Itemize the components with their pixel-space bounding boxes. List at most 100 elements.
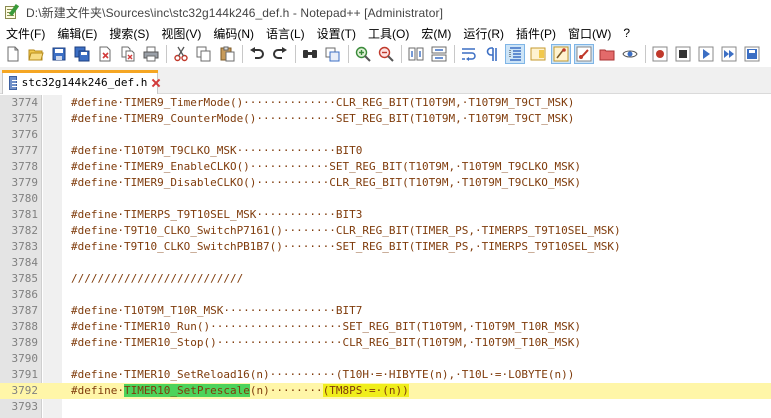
editor[interactable]: 3774 #define·TIMER9_TimerMode()··········… xyxy=(0,95,771,418)
menu-file[interactable]: 文件(F) xyxy=(0,25,51,42)
menu-macro[interactable]: 宏(M) xyxy=(415,25,457,42)
open-file-button[interactable] xyxy=(26,44,46,64)
record-macro-icon xyxy=(652,46,668,62)
eye-button[interactable] xyxy=(620,44,640,64)
save-macro-button[interactable] xyxy=(742,44,762,64)
tab-stc32g144k246-def-h[interactable]: stc32g144k246_def.h xyxy=(2,70,158,94)
play-macro-button[interactable] xyxy=(696,44,716,64)
zoom-in-button[interactable] xyxy=(353,44,373,64)
code-text[interactable]: #define·TIMER9_TimerMode()··············… xyxy=(71,95,574,111)
code-text[interactable]: #define·TIMER9_DisableCLKO()···········C… xyxy=(71,175,581,191)
code-text[interactable]: #define·TIMER10_Run()···················… xyxy=(71,319,581,335)
code-line[interactable]: 3780 xyxy=(0,191,771,207)
saved-file-icon xyxy=(9,75,18,90)
menu-window[interactable]: 窗口(W) xyxy=(562,25,617,42)
monitoring-button[interactable] xyxy=(597,44,617,64)
zoom-out-button[interactable] xyxy=(376,44,396,64)
menu-language[interactable]: 语言(L) xyxy=(260,25,311,42)
new-file-button[interactable] xyxy=(3,44,23,64)
line-number: 3784 xyxy=(11,256,39,269)
toolbar-separator xyxy=(645,45,646,63)
tab-active-indicator xyxy=(2,70,158,73)
code-line[interactable]: 3781 #define·TIMERPS_T9T10SEL_MSK········… xyxy=(0,207,771,223)
code-text[interactable]: #define·T10T9M_T10R_MSK·················… xyxy=(71,303,362,319)
save-all-button[interactable] xyxy=(72,44,92,64)
folder-workspace-button[interactable] xyxy=(574,44,594,64)
code-line[interactable]: 3787 #define·T10T9M_T10R_MSK·············… xyxy=(0,303,771,319)
tab-bar: stc32g144k246_def.h xyxy=(0,67,771,94)
menu-search[interactable]: 搜索(S) xyxy=(103,25,155,42)
code-line[interactable]: 3782 #define·T9T10_CLKO_SwitchP7161()····… xyxy=(0,223,771,239)
code-line[interactable]: 3778 #define·TIMER9_EnableCLKO()·········… xyxy=(0,159,771,175)
code-line[interactable]: 3784 xyxy=(0,255,771,271)
code-text[interactable]: #define·TIMERPS_T9T10SEL_MSK············… xyxy=(71,207,362,223)
code-line[interactable]: 3779 #define·TIMER9_DisableCLKO()········… xyxy=(0,175,771,191)
code-text[interactable]: #define·TIMER9_CounterMode()············… xyxy=(71,111,574,127)
code-line[interactable]: 3777 #define·T10T9M_T9CLKO_MSK···········… xyxy=(0,143,771,159)
code-line[interactable]: 3774 #define·TIMER9_TimerMode()··········… xyxy=(0,95,771,111)
toolbar-separator xyxy=(348,45,349,63)
function-list-button[interactable] xyxy=(551,44,571,64)
line-number: 3793 xyxy=(11,400,39,413)
redo-button[interactable] xyxy=(270,44,290,64)
code-line[interactable]: 3775 #define·TIMER9_CounterMode()········… xyxy=(0,111,771,127)
word-wrap-button[interactable] xyxy=(459,44,479,64)
code-line[interactable]: 3790 xyxy=(0,351,771,367)
close-all-button[interactable] xyxy=(118,44,138,64)
line-number: 3775 xyxy=(11,112,39,125)
code-text[interactable]: #define·T9T10_CLKO_SwitchP7161()········… xyxy=(71,223,621,239)
code-line[interactable]: 3776 xyxy=(0,127,771,143)
print-button[interactable] xyxy=(141,44,161,64)
find-icon xyxy=(303,50,317,58)
run-macro-multiple-button[interactable] xyxy=(719,44,739,64)
code-line[interactable]: 3785 ////////////////////////// xyxy=(0,271,771,287)
code-text[interactable]: ////////////////////////// xyxy=(71,271,243,287)
menu-help[interactable]: ? xyxy=(617,26,636,40)
stop-record-button[interactable] xyxy=(673,44,693,64)
current-code-line[interactable]: 3792 #define·TIMER10_SetPrescale(n)······… xyxy=(0,383,771,399)
find-button[interactable] xyxy=(300,44,320,64)
menu-encoding[interactable]: 编码(N) xyxy=(207,25,260,42)
menu-run[interactable]: 运行(R) xyxy=(457,25,510,42)
menu-edit[interactable]: 编辑(E) xyxy=(51,25,103,42)
paste-button[interactable] xyxy=(217,44,237,64)
title-bar: D:\新建文件夹\Sources\inc\stc32g144k246_def.h… xyxy=(0,0,771,24)
cut-button[interactable] xyxy=(171,44,191,64)
code-line[interactable]: 3791 #define·TIMER10_SetReload16(n)······… xyxy=(0,367,771,383)
code-line[interactable]: 3786 xyxy=(0,287,771,303)
line-number: 3785 xyxy=(11,272,39,285)
copy-button[interactable] xyxy=(194,44,214,64)
close-button[interactable] xyxy=(95,44,115,64)
redo-icon xyxy=(273,47,287,59)
replace-button[interactable] xyxy=(323,44,343,64)
code-text[interactable]: #define·TIMER10_SetPrescale(n)········(T… xyxy=(71,383,409,399)
menu-settings[interactable]: 设置(T) xyxy=(311,25,362,42)
code-lines: 3774 #define·TIMER9_TimerMode()··········… xyxy=(0,95,771,415)
sync-vertical-button[interactable] xyxy=(406,44,426,64)
sync-horizontal-icon xyxy=(431,46,447,62)
code-line[interactable]: 3793 xyxy=(0,399,771,415)
menu-view[interactable]: 视图(V) xyxy=(155,25,207,42)
menu-tools[interactable]: 工具(O) xyxy=(362,25,415,42)
code-line[interactable]: 3789 #define·TIMER10_Stop()··············… xyxy=(0,335,771,351)
menu-plugins[interactable]: 插件(P) xyxy=(510,25,562,42)
sync-horizontal-button[interactable] xyxy=(429,44,449,64)
code-line[interactable]: 3783 #define·T9T10_CLKO_SwitchPB1B7()····… xyxy=(0,239,771,255)
show-all-chars-button[interactable] xyxy=(482,44,502,64)
doc-map-button[interactable] xyxy=(528,44,548,64)
undo-button[interactable] xyxy=(247,44,267,64)
line-number: 3779 xyxy=(11,176,39,189)
save-button[interactable] xyxy=(49,44,69,64)
line-number: 3790 xyxy=(11,352,39,365)
code-text[interactable]: #define·TIMER9_EnableCLKO()············S… xyxy=(71,159,581,175)
line-number: 3780 xyxy=(11,192,39,205)
record-macro-button[interactable] xyxy=(650,44,670,64)
code-text[interactable]: #define·T10T9M_T9CLKO_MSK···············… xyxy=(71,143,362,159)
code-text[interactable]: #define·TIMER10_Stop()··················… xyxy=(71,335,581,351)
code-line[interactable]: 3788 #define·TIMER10_Run()···············… xyxy=(0,319,771,335)
run-macro-multiple-icon xyxy=(721,46,737,62)
code-text[interactable]: #define·TIMER10_SetReload16(n)··········… xyxy=(71,367,574,383)
tab-close-icon[interactable] xyxy=(151,78,157,88)
code-text[interactable]: #define·T9T10_CLKO_SwitchPB1B7()········… xyxy=(71,239,621,255)
indent-guide-button[interactable] xyxy=(505,44,525,64)
